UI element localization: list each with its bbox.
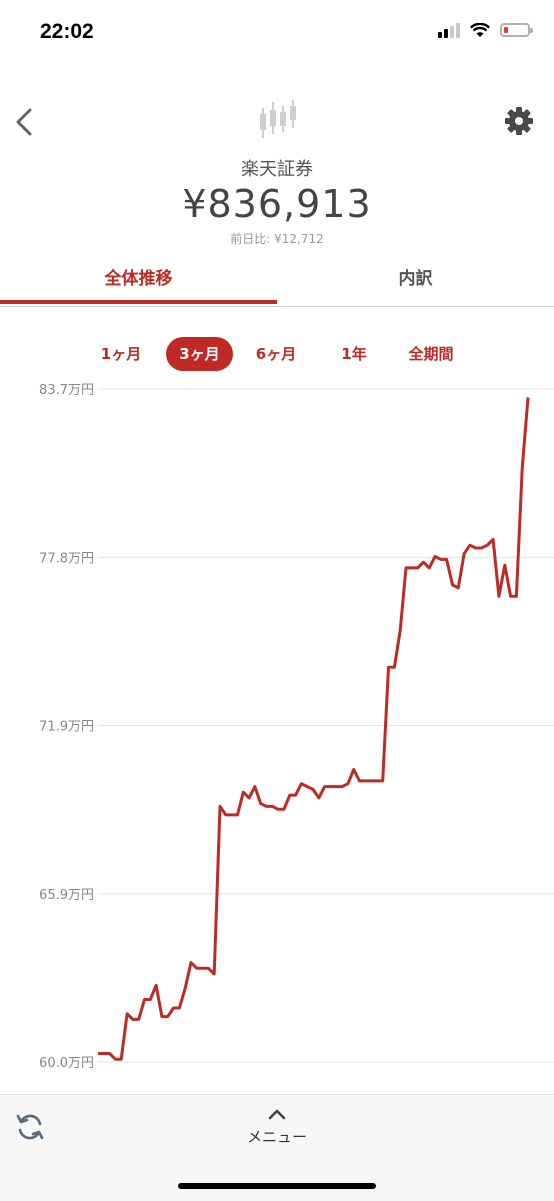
candlestick-icon <box>260 100 296 138</box>
period-3-months[interactable]: 3ヶ月 <box>166 337 233 371</box>
active-tab-indicator <box>0 300 277 304</box>
battery-icon <box>500 23 533 37</box>
status-icons <box>438 22 533 38</box>
y-tick-label: 65.9万円 <box>39 888 94 903</box>
status-bar: 22:02 <box>0 0 554 70</box>
chevron-up-icon <box>268 1109 286 1120</box>
day-change: 前日比: ¥12,712 <box>230 232 324 246</box>
gear-icon <box>505 107 533 135</box>
period-1-month[interactable]: 1ヶ月 <box>88 337 154 371</box>
refresh-button[interactable] <box>14 1111 46 1143</box>
chevron-left-icon <box>16 108 32 136</box>
refresh-icon <box>16 1114 44 1140</box>
y-tick-label: 71.9万円 <box>39 720 94 735</box>
total-balance: ¥836,913 <box>182 182 372 226</box>
y-tick-label: 83.7万円 <box>39 383 94 398</box>
period-1-year[interactable]: 1年 <box>328 337 380 371</box>
cellular-signal-icon <box>438 22 460 38</box>
home-indicator <box>178 1183 376 1189</box>
period-6-months[interactable]: 6ヶ月 <box>243 337 309 371</box>
status-time: 22:02 <box>40 20 94 43</box>
y-tick-label: 77.8万円 <box>39 551 94 566</box>
period-all-time[interactable]: 全期間 <box>396 337 466 371</box>
account-header: 楽天証券 ¥836,913 前日比: ¥12,712 <box>0 90 554 260</box>
menu-button[interactable]: メニュー <box>227 1105 327 1149</box>
series-line <box>98 397 530 1061</box>
menu-label: メニュー <box>246 1128 307 1146</box>
back-button[interactable] <box>10 104 42 140</box>
wifi-icon <box>470 22 490 37</box>
settings-button[interactable] <box>502 104 536 138</box>
account-name: 楽天証券 <box>241 159 313 180</box>
tab-breakdown[interactable]: 内訳 <box>277 260 554 306</box>
bottom-bar: メニュー <box>0 1094 554 1201</box>
view-tabs: 全体推移 内訳 <box>0 260 554 307</box>
line-chart: 83.7万円 77.8万円 71.9万円 65.9万円 60.0万円 <box>39 383 554 1071</box>
balance-history-chart: 83.7万円 77.8万円 71.9万円 65.9万円 60.0万円 <box>0 375 554 1085</box>
y-tick-label: 60.0万円 <box>39 1056 94 1071</box>
